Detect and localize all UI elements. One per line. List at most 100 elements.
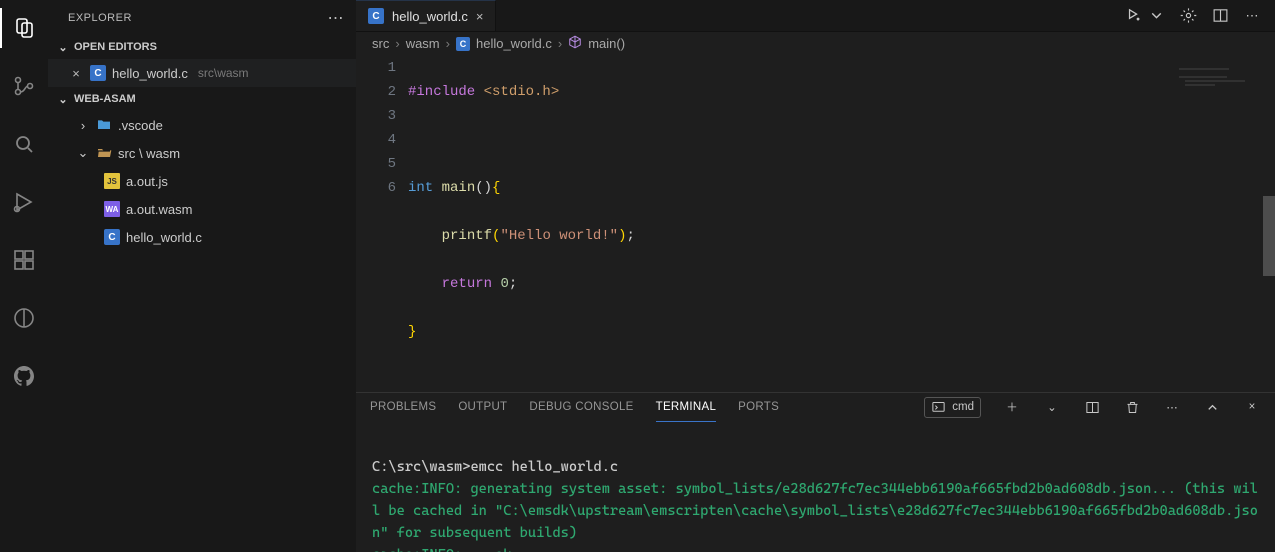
editor-scrollbar[interactable]: [1263, 56, 1275, 392]
tree-item-vscode[interactable]: › .vscode: [48, 111, 356, 139]
line-number: 2: [356, 80, 396, 104]
close-icon[interactable]: ×: [68, 66, 84, 81]
token-punc: ;: [626, 228, 634, 244]
c-file-icon: C: [368, 8, 384, 24]
open-editor-label: hello_world.c: [112, 66, 188, 81]
symbol-icon: [568, 35, 582, 52]
token-punc: (): [475, 180, 492, 196]
gear-icon[interactable]: [1179, 7, 1197, 25]
tab-actions: ⋯: [1111, 0, 1275, 31]
minimap[interactable]: [1173, 62, 1263, 112]
chevron-down-icon: ⌄: [76, 145, 90, 161]
terminal-line: cache:INFO: - ok: [372, 547, 511, 552]
line-number: 5: [356, 152, 396, 176]
tree-item-wasm[interactable]: ⌄ src \ wasm: [48, 139, 356, 167]
activity-bar: [0, 0, 48, 552]
line-number: 4: [356, 128, 396, 152]
chevron-down-icon: ⌄: [56, 41, 70, 54]
terminal-profile-label: cmd: [952, 401, 974, 413]
breadcrumb-wasm[interactable]: wasm: [406, 36, 440, 51]
tab-debug-console[interactable]: DEBUG CONSOLE: [529, 393, 633, 421]
more-icon[interactable]: ⋯: [1243, 7, 1261, 25]
breadcrumbs[interactable]: src › wasm › C hello_world.c › main(): [356, 32, 1275, 56]
open-editor-item[interactable]: × C hello_world.c src\wasm: [48, 59, 356, 87]
split-terminal-icon[interactable]: [1083, 398, 1101, 416]
tree-label: a.out.wasm: [126, 202, 192, 217]
panel-close-icon[interactable]: ×: [1243, 398, 1261, 416]
main: C hello_world.c × ⋯ src › wasm › C hello…: [356, 0, 1275, 552]
open-editor-path: src\wasm: [198, 66, 249, 80]
project-section[interactable]: ⌄ WEB-ASAM: [48, 87, 356, 111]
chevron-down-icon[interactable]: [1147, 7, 1165, 25]
panel-more-icon[interactable]: ⋯: [1163, 398, 1181, 416]
tab-bar: C hello_world.c × ⋯: [356, 0, 1275, 32]
c-file-icon: C: [90, 65, 106, 81]
c-file-icon: C: [456, 37, 470, 51]
line-number: 3: [356, 104, 396, 128]
run-dropdown-icon[interactable]: [1125, 7, 1143, 25]
breadcrumb-sep-icon: ›: [446, 36, 450, 51]
folder-open-icon: [96, 145, 112, 161]
line-number: 1: [356, 56, 396, 80]
tree-label: hello_world.c: [126, 230, 202, 245]
sidebar-header: EXPLORER ⋯: [48, 0, 356, 35]
scrollbar-thumb[interactable]: [1263, 196, 1275, 276]
token-fn: printf: [442, 228, 492, 244]
code-area[interactable]: #include <stdio.h> int main(){ printf("H…: [408, 56, 651, 392]
sidebar: EXPLORER ⋯ ⌄ OPEN EDITORS × C hello_worl…: [48, 0, 356, 552]
run-debug-icon[interactable]: [0, 182, 48, 222]
github-icon[interactable]: [0, 356, 48, 396]
tab-output[interactable]: OUTPUT: [458, 393, 507, 421]
terminal[interactable]: C:\src\wasm>emcc hello_world.c cache:INF…: [356, 422, 1275, 552]
tree-label: a.out.js: [126, 174, 168, 189]
breadcrumb-symbol[interactable]: main(): [588, 36, 625, 51]
tree-item-aoutwasm[interactable]: WA a.out.wasm: [48, 195, 356, 223]
tab-label: hello_world.c: [392, 9, 468, 24]
extensions-icon[interactable]: [0, 240, 48, 280]
tree-label: src \ wasm: [118, 146, 180, 161]
breadcrumb-file[interactable]: hello_world.c: [476, 36, 552, 51]
panel-tab-bar: PROBLEMS OUTPUT DEBUG CONSOLE TERMINAL P…: [356, 392, 1275, 422]
project-label: WEB-ASAM: [74, 93, 136, 105]
breadcrumb-sep-icon: ›: [558, 36, 562, 51]
explorer-icon[interactable]: [0, 8, 48, 48]
token-punc: ;: [509, 276, 517, 292]
folder-icon: [96, 117, 112, 133]
terminal-profile-picker[interactable]: cmd: [924, 397, 981, 418]
new-terminal-icon[interactable]: ＋: [1003, 398, 1021, 416]
tab-ports[interactable]: PORTS: [738, 393, 779, 421]
token-preproc: #include: [408, 84, 475, 100]
editor[interactable]: 1 2 3 4 5 6 #include <stdio.h> int main(…: [356, 56, 1275, 392]
js-file-icon: JS: [104, 173, 120, 189]
breadcrumb-src[interactable]: src: [372, 36, 389, 51]
source-control-icon[interactable]: [0, 66, 48, 106]
panel-maximize-icon[interactable]: [1203, 398, 1221, 416]
token-keyword: int: [408, 180, 433, 196]
open-editors-section[interactable]: ⌄ OPEN EDITORS: [48, 35, 356, 59]
sidebar-title: EXPLORER: [68, 12, 132, 24]
kill-terminal-icon[interactable]: [1123, 398, 1141, 416]
search-icon[interactable]: [0, 124, 48, 164]
wasm-file-icon: WA: [104, 201, 120, 217]
tab-terminal[interactable]: TERMINAL: [656, 393, 717, 422]
token-number: 0: [500, 276, 508, 292]
token-brace: {: [492, 180, 500, 196]
tab-problems[interactable]: PROBLEMS: [370, 393, 436, 421]
breadcrumb-sep-icon: ›: [395, 36, 399, 51]
chevron-down-icon[interactable]: ⌄: [1043, 398, 1061, 416]
sidebar-more-icon[interactable]: ⋯: [328, 8, 345, 28]
tree-item-helloworld[interactable]: C hello_world.c: [48, 223, 356, 251]
line-number: 6: [356, 176, 396, 200]
chevron-right-icon: ›: [76, 118, 90, 133]
remote-icon[interactable]: [0, 298, 48, 338]
c-file-icon: C: [104, 229, 120, 245]
terminal-line: C:\src\wasm>emcc hello_world.c: [372, 459, 618, 475]
tree-item-aoutjs[interactable]: JS a.out.js: [48, 167, 356, 195]
tab-close-icon[interactable]: ×: [476, 9, 484, 24]
token-brace: }: [408, 324, 416, 340]
token-keyword: return: [442, 276, 492, 292]
tree-label: .vscode: [118, 118, 163, 133]
tab-helloworld[interactable]: C hello_world.c ×: [356, 0, 496, 31]
terminal-line: cache:INFO: generating system asset: sym…: [372, 481, 1258, 541]
split-editor-icon[interactable]: [1211, 7, 1229, 25]
